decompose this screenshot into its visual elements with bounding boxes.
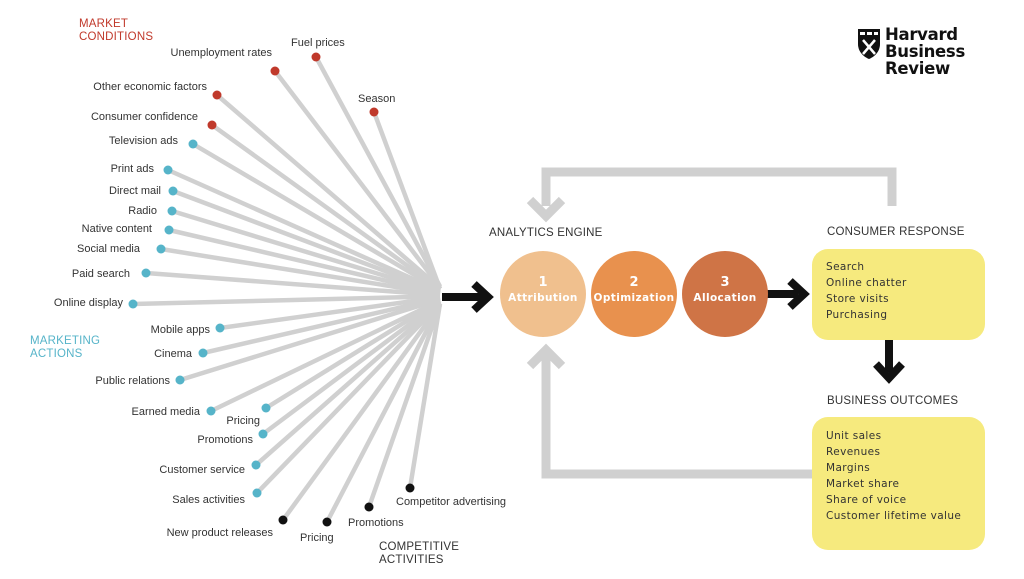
feedback-arrow-top xyxy=(541,167,897,206)
step-name: Optimization xyxy=(593,292,675,304)
step-number: 1 xyxy=(538,275,548,290)
input-label: Sales activities xyxy=(172,494,245,506)
step-name: Allocation xyxy=(693,292,757,304)
consumer-item: Store visits xyxy=(826,293,889,305)
input-dot-marketing xyxy=(168,186,178,196)
input-label: Pricing xyxy=(300,532,334,544)
input-label: Radio xyxy=(128,205,157,217)
input-dot-marketing xyxy=(206,406,216,416)
hbr-logo: Harvard Business Review xyxy=(857,26,965,77)
input-dot-marketing xyxy=(163,165,173,175)
input-dot-marketing xyxy=(164,225,174,235)
input-label: Mobile apps xyxy=(150,324,210,336)
consumer-item: Purchasing xyxy=(826,309,888,321)
input-label: Promotions xyxy=(197,434,253,446)
input-dot-market xyxy=(311,52,321,62)
category-line: ACTIONS xyxy=(30,348,83,360)
business-outcomes-box: Unit sales Revenues Margins Market share… xyxy=(812,417,985,550)
input-dot-competitive xyxy=(278,515,288,525)
input-label: Consumer confidence xyxy=(90,111,198,123)
input-dot-marketing xyxy=(175,375,185,385)
input-dot-marketing xyxy=(188,139,198,149)
input-label: Season xyxy=(358,93,396,105)
consumer-item: Search xyxy=(826,261,865,273)
input-label: Public relations xyxy=(95,375,170,387)
input-dot-marketing xyxy=(251,460,261,470)
input-label: Earned media xyxy=(131,406,201,418)
input-label: Cinema xyxy=(154,348,192,360)
category-marketing-actions: MARKETING ACTIONS xyxy=(30,335,100,361)
input-label: Fuel prices xyxy=(291,37,345,49)
step-name: Attribution xyxy=(508,292,578,304)
input-dot-marketing xyxy=(252,488,262,498)
input-dot-competitive xyxy=(322,517,332,527)
logo-line: Review xyxy=(885,59,950,78)
step-allocation: 3 Allocation xyxy=(682,251,768,337)
input-label: Promotions xyxy=(348,517,404,529)
consumer-response-title: CONSUMER RESPONSE xyxy=(827,226,965,238)
category-competitive-activities: COMPETITIVE ACTIVITIES xyxy=(379,541,459,567)
input-label: Social media xyxy=(77,243,140,255)
input-dot-marketing xyxy=(167,206,177,216)
arrow-to-consumer xyxy=(766,278,810,310)
business-item: Margins xyxy=(826,462,871,474)
category-line: ACTIVITIES xyxy=(379,554,444,566)
consumer-item: Online chatter xyxy=(826,277,907,289)
input-dot-competitive xyxy=(405,483,415,493)
step-number: 3 xyxy=(720,275,730,290)
business-item: Market share xyxy=(826,478,900,490)
input-label: Competitor advertising xyxy=(396,496,507,508)
logo-line: Harvard xyxy=(885,25,958,44)
category-market-conditions: MARKET CONDITIONS xyxy=(79,18,153,44)
business-item: Customer lifetime value xyxy=(826,510,962,522)
consumer-response-box: Search Online chatter Store visits Purch… xyxy=(812,249,985,340)
input-label: Paid search xyxy=(71,268,130,280)
input-dot-market xyxy=(207,120,217,130)
business-item: Revenues xyxy=(826,446,881,458)
input-dot-marketing xyxy=(141,268,151,278)
input-label: Native content xyxy=(81,223,152,235)
logo-line: Business xyxy=(885,42,965,61)
input-dot-market xyxy=(369,107,379,117)
category-line: MARKET xyxy=(79,18,129,30)
business-item: Unit sales xyxy=(826,430,882,442)
arrow-to-business xyxy=(873,340,905,384)
input-dot-marketing xyxy=(156,244,166,254)
input-label: New product releases xyxy=(166,527,273,539)
input-dot-market xyxy=(212,90,222,100)
input-dot-marketing xyxy=(128,299,138,309)
input-dot-competitive xyxy=(364,502,374,512)
input-label: Other economic factors xyxy=(93,81,207,93)
input-label: Unemployment rates xyxy=(170,47,273,59)
input-dot-market xyxy=(270,66,280,76)
input-label: Customer service xyxy=(159,464,245,476)
business-outcomes-title: BUSINESS OUTCOMES xyxy=(827,395,959,407)
feedback-arrow-bottom xyxy=(541,352,812,479)
step-attribution: 1 Attribution xyxy=(500,251,586,337)
input-label: Online display xyxy=(53,297,123,309)
input-label: Television ads xyxy=(108,135,178,147)
input-dot-marketing xyxy=(261,403,271,413)
business-item: Share of voice xyxy=(826,494,907,506)
input-dot-marketing xyxy=(258,429,268,439)
input-spokes xyxy=(132,55,443,524)
input-dot-marketing xyxy=(215,323,225,333)
shield-icon xyxy=(858,29,880,59)
input-label: Direct mail xyxy=(109,185,161,197)
step-number: 2 xyxy=(629,275,639,290)
step-optimization: 2 Optimization xyxy=(591,251,677,337)
input-label: Print ads xyxy=(110,163,154,175)
input-dot-marketing xyxy=(198,348,208,358)
category-line: CONDITIONS xyxy=(79,31,154,43)
arrow-to-engine xyxy=(442,281,494,313)
spoke-line xyxy=(261,299,442,436)
input-label: Pricing xyxy=(226,415,260,427)
category-line: COMPETITIVE xyxy=(379,541,460,553)
analytics-engine-title: ANALYTICS ENGINE xyxy=(489,227,603,239)
category-line: MARKETING xyxy=(30,335,101,347)
